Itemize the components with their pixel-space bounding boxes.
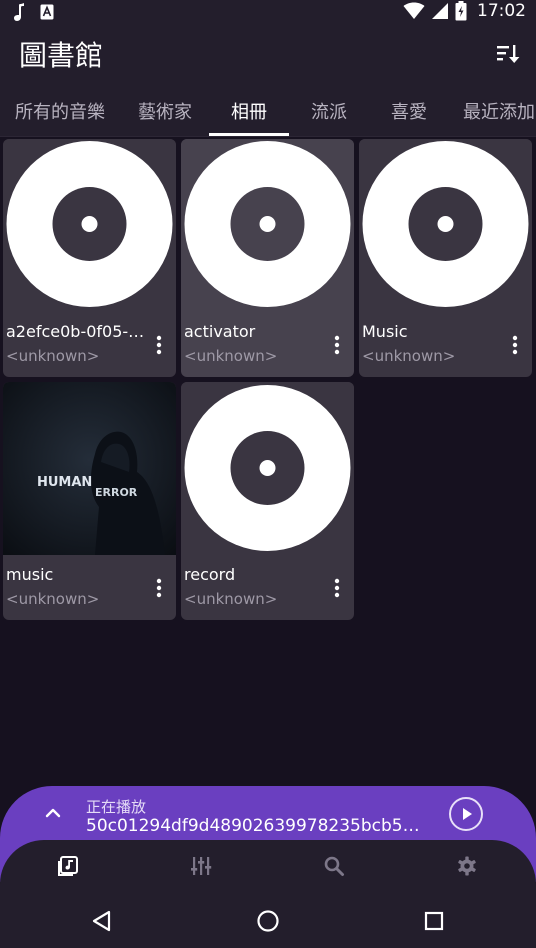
home-icon[interactable] <box>255 908 281 934</box>
chevron-up-icon[interactable] <box>42 802 64 824</box>
wifi-icon <box>403 2 425 19</box>
signal-icon <box>432 3 448 19</box>
divider <box>0 136 536 137</box>
library-music-icon[interactable] <box>56 854 80 878</box>
status-bar: 17:02 <box>0 0 536 24</box>
text-box-a-icon <box>40 4 54 20</box>
album-card[interactable]: Music <unknown> <box>359 139 532 377</box>
album-card[interactable]: record <unknown> <box>181 382 354 620</box>
tab-favorites[interactable]: 喜愛 <box>391 86 427 136</box>
play-button[interactable] <box>449 797 483 831</box>
album-card[interactable]: HUMAN ERROR music <unknown> <box>3 382 176 620</box>
play-icon <box>463 808 472 820</box>
bottom-nav <box>0 840 536 896</box>
tab-albums[interactable]: 相冊 <box>231 86 267 136</box>
tab-bar: 所有的音樂 藝術家 相冊 流派 喜愛 最近添加 <box>0 86 536 136</box>
tab-genres[interactable]: 流派 <box>311 86 347 136</box>
vinyl-record-icon <box>181 139 354 312</box>
cover-text-error: ERROR <box>95 486 138 499</box>
music-note-icon <box>14 3 24 21</box>
back-icon[interactable] <box>89 908 115 934</box>
cover-text-human: HUMAN <box>37 475 92 490</box>
album-artist: <unknown> <box>184 347 278 365</box>
album-title: record <box>184 565 236 584</box>
album-cover-photo: HUMAN ERROR <box>3 382 176 555</box>
search-icon[interactable] <box>322 854 346 878</box>
sort-descending-icon[interactable] <box>494 40 522 68</box>
tab-all-music[interactable]: 所有的音樂 <box>15 86 105 136</box>
vinyl-record-icon <box>3 139 176 312</box>
battery-icon <box>455 1 467 21</box>
more-vert-icon[interactable] <box>151 577 167 599</box>
page-title: 圖書館 <box>19 39 104 72</box>
vinyl-record-icon <box>181 382 354 555</box>
tab-recently-added[interactable]: 最近添加 <box>463 86 535 136</box>
recents-icon[interactable] <box>421 908 447 934</box>
album-title: a2efce0b-0f05-4… <box>6 322 151 341</box>
album-title: activator <box>184 322 256 341</box>
now-playing-label: 正在播放 <box>86 798 147 816</box>
more-vert-icon[interactable] <box>329 334 345 356</box>
album-card[interactable]: a2efce0b-0f05-4… <unknown> <box>3 139 176 377</box>
vinyl-record-icon <box>359 139 532 312</box>
album-artist: <unknown> <box>184 590 278 608</box>
tab-artists[interactable]: 藝術家 <box>138 86 192 136</box>
album-title: Music <box>362 322 408 341</box>
album-title: music <box>6 565 54 584</box>
album-artist: <unknown> <box>362 347 456 365</box>
system-nav-bar <box>0 896 536 948</box>
equalizer-icon[interactable] <box>189 854 213 878</box>
album-card[interactable]: activator <unknown> <box>181 139 354 377</box>
now-playing-track: 50c01294df9d48902639978235bcb5… <box>86 816 420 836</box>
settings-icon[interactable] <box>455 854 479 878</box>
more-vert-icon[interactable] <box>329 577 345 599</box>
album-artist: <unknown> <box>6 347 100 365</box>
album-artist: <unknown> <box>6 590 100 608</box>
clock: 17:02 <box>477 1 526 21</box>
more-vert-icon[interactable] <box>151 334 167 356</box>
app-bar: 圖書館 <box>0 24 536 86</box>
more-vert-icon[interactable] <box>507 334 523 356</box>
